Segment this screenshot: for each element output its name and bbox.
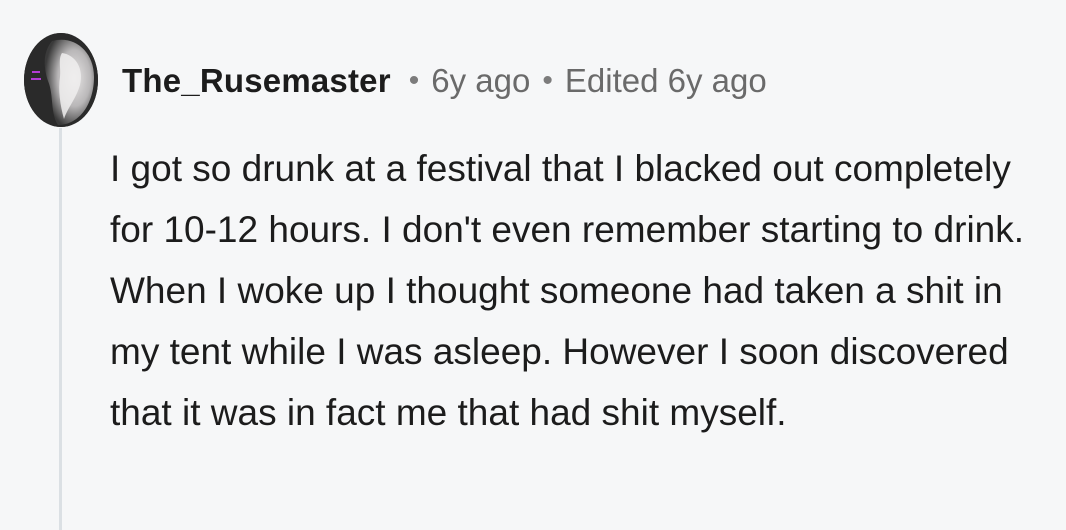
username-link[interactable]: The_Rusemaster	[122, 62, 391, 100]
meta-separator: •	[408, 64, 420, 97]
thread-collapse-line[interactable]	[59, 128, 62, 530]
post-age: 6y ago	[431, 62, 531, 99]
comment-body: I got so drunk at a festival that I blac…	[110, 148, 1025, 433]
meta-separator: •	[542, 64, 553, 97]
user-avatar-icon	[24, 33, 98, 127]
edited-label: Edited 6y ago	[564, 62, 767, 99]
comment: The_Rusemaster • 6y ago • Edited 6y ago …	[0, 0, 1066, 530]
avatar[interactable]	[24, 33, 98, 127]
comment-meta: The_Rusemaster • 6y ago • Edited 6y ago	[122, 58, 767, 104]
